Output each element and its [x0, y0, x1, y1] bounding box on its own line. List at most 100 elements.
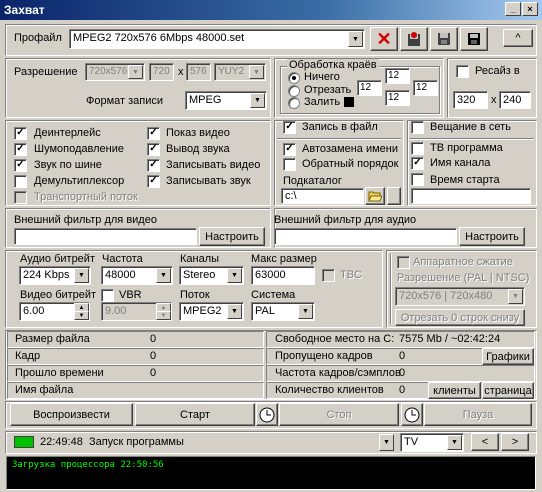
show-video-checkbox[interactable]: ✓: [147, 127, 160, 140]
save-profile-button[interactable]: [460, 27, 488, 51]
record-video-checkbox[interactable]: ✓: [147, 159, 160, 172]
start-button[interactable]: Старт: [135, 403, 255, 426]
crop-cut-label: Отрезать: [304, 84, 352, 96]
audio-bitrate-select[interactable]: 224 Kbps ▼: [19, 266, 91, 285]
broadcast-input[interactable]: [411, 188, 531, 204]
record-audio-checkbox[interactable]: ✓: [147, 175, 160, 188]
prev-button[interactable]: <: [471, 433, 499, 451]
reverse-order-checkbox[interactable]: [283, 158, 296, 171]
profile-action-button-2[interactable]: [430, 27, 458, 51]
hw-resolution-value: 720x576 | 720x480: [399, 290, 493, 302]
broadcast-checkbox[interactable]: [411, 121, 424, 134]
fill-color-swatch[interactable]: [344, 97, 354, 107]
tbc-checkbox[interactable]: [322, 269, 335, 282]
video-bitrate-value: 6.00: [23, 305, 45, 317]
resolution-preset-select[interactable]: 720x576 ▼: [85, 63, 145, 81]
transport-checkbox[interactable]: [14, 191, 27, 204]
stream-select[interactable]: MPEG2 ▼: [179, 302, 244, 321]
resize-x-label: x: [491, 94, 497, 106]
crop-top-input[interactable]: 12: [385, 68, 410, 84]
system-select[interactable]: PAL ▼: [251, 302, 315, 321]
audio-out-checkbox[interactable]: ✓: [147, 143, 160, 156]
tv-program-checkbox[interactable]: [411, 142, 424, 155]
deinterlace-checkbox[interactable]: ✓: [14, 127, 27, 140]
page-button[interactable]: страница: [482, 382, 534, 399]
hw-compression-label: Аппаратное сжатие: [413, 256, 513, 268]
crop-none-radio[interactable]: [288, 72, 300, 84]
audio-filter-input[interactable]: [274, 228, 457, 245]
crop-fill-radio[interactable]: [288, 97, 300, 109]
max-size-input[interactable]: 63000: [251, 266, 315, 285]
start-time-checkbox[interactable]: [411, 173, 424, 186]
chevron-down-icon: ▼: [156, 268, 171, 283]
profile-action-button-1[interactable]: [400, 27, 428, 51]
hw-compression-checkbox[interactable]: [397, 256, 410, 269]
resize-label: Ресайз в: [475, 65, 520, 77]
hw-resolution-select[interactable]: 720x576 | 720x480 ▼: [395, 287, 525, 306]
height-input[interactable]: 576: [186, 63, 211, 81]
crop-title: Обработка краёв: [287, 59, 379, 71]
next-button[interactable]: >: [501, 433, 529, 451]
hw-crop-button[interactable]: Отрезать 0 строк снизу: [395, 309, 525, 326]
pause-timer-button[interactable]: [401, 403, 423, 426]
channel-name-label: Имя канала: [430, 157, 491, 169]
audio-bus-checkbox[interactable]: ✓: [14, 159, 27, 172]
resolution-preset-value: 720x576: [89, 66, 128, 77]
minimize-button[interactable]: _: [505, 2, 521, 16]
collapse-button[interactable]: ^: [503, 29, 533, 47]
tv-program-label: ТВ программа: [430, 142, 503, 154]
channels-select[interactable]: Stereo ▼: [179, 266, 244, 285]
video-bitrate-input[interactable]: 6.00 ▲ ▼: [19, 302, 90, 321]
resize-height-input[interactable]: 240: [499, 91, 531, 109]
spin-down-icon[interactable]: ▼: [74, 311, 89, 320]
denoise-checkbox[interactable]: ✓: [14, 143, 27, 156]
profile-select[interactable]: MPEG2 720x576 6Mbps 48000.set ▼: [69, 29, 365, 49]
width-input[interactable]: 720: [149, 63, 174, 81]
video-bitrate-label: Видео битрейт: [20, 289, 97, 301]
stop-timer-button[interactable]: [256, 403, 278, 426]
close-button[interactable]: ×: [522, 2, 538, 16]
browse-button[interactable]: [365, 187, 385, 205]
format-select[interactable]: MPEG ▼: [185, 91, 267, 110]
chevron-down-icon: ▼: [508, 289, 523, 304]
crop-cut-radio[interactable]: [288, 85, 300, 97]
window-title: Захват: [4, 3, 45, 17]
demux-checkbox[interactable]: [14, 175, 27, 188]
frequency-label: Частота: [102, 253, 143, 265]
resize-checkbox[interactable]: [456, 65, 469, 78]
frequency-select[interactable]: 48000 ▼: [101, 266, 173, 285]
divider: [410, 138, 534, 139]
clients-button[interactable]: клиенты: [428, 382, 481, 399]
vbr-input[interactable]: 9.00 ▲ ▼: [101, 302, 172, 321]
crop-right-input[interactable]: 12: [413, 80, 438, 96]
resize-width-input[interactable]: 320: [453, 91, 488, 109]
audio-filter-configure-button[interactable]: Настроить: [459, 227, 525, 246]
spin-down-icon[interactable]: ▼: [156, 311, 171, 320]
video-filter-input[interactable]: [14, 228, 197, 245]
audio-bitrate-value: 224 Kbps: [23, 269, 70, 281]
crop-bottom-input[interactable]: 12: [385, 90, 410, 106]
elapsed-label: Прошло времени: [15, 367, 104, 379]
subdir-extra-button[interactable]: [387, 187, 401, 205]
file-size-value: 0: [150, 333, 157, 345]
crop-left-input[interactable]: 12: [357, 80, 382, 96]
crop-none-label: Ничего: [304, 71, 340, 83]
audio-out-label: Вывод звука: [166, 143, 230, 155]
graphs-button[interactable]: Графики: [482, 348, 534, 365]
subdir-input[interactable]: c:\: [281, 188, 364, 204]
delete-profile-button[interactable]: ✕: [370, 27, 398, 51]
record-file-checkbox[interactable]: ✓: [283, 121, 296, 134]
record-video-label: Записывать видео: [166, 159, 261, 171]
colorspace-select[interactable]: YUY2 ▼: [214, 63, 266, 81]
play-button[interactable]: Воспроизвести: [10, 403, 133, 426]
pause-button[interactable]: Пауза: [424, 403, 532, 426]
channel-name-checkbox[interactable]: ✓: [411, 157, 424, 170]
disk-load-icon: [438, 33, 450, 45]
video-filter-configure-button[interactable]: Настроить: [199, 227, 265, 246]
vbr-checkbox[interactable]: [101, 289, 114, 302]
stop-button[interactable]: Стоп: [279, 403, 399, 426]
source-select[interactable]: TV ▼: [400, 433, 464, 452]
auto-rename-checkbox[interactable]: ✓: [283, 143, 296, 156]
status-select[interactable]: 22:49:48 Запуск программы ▼: [38, 433, 395, 452]
source-value: TV: [404, 436, 419, 448]
